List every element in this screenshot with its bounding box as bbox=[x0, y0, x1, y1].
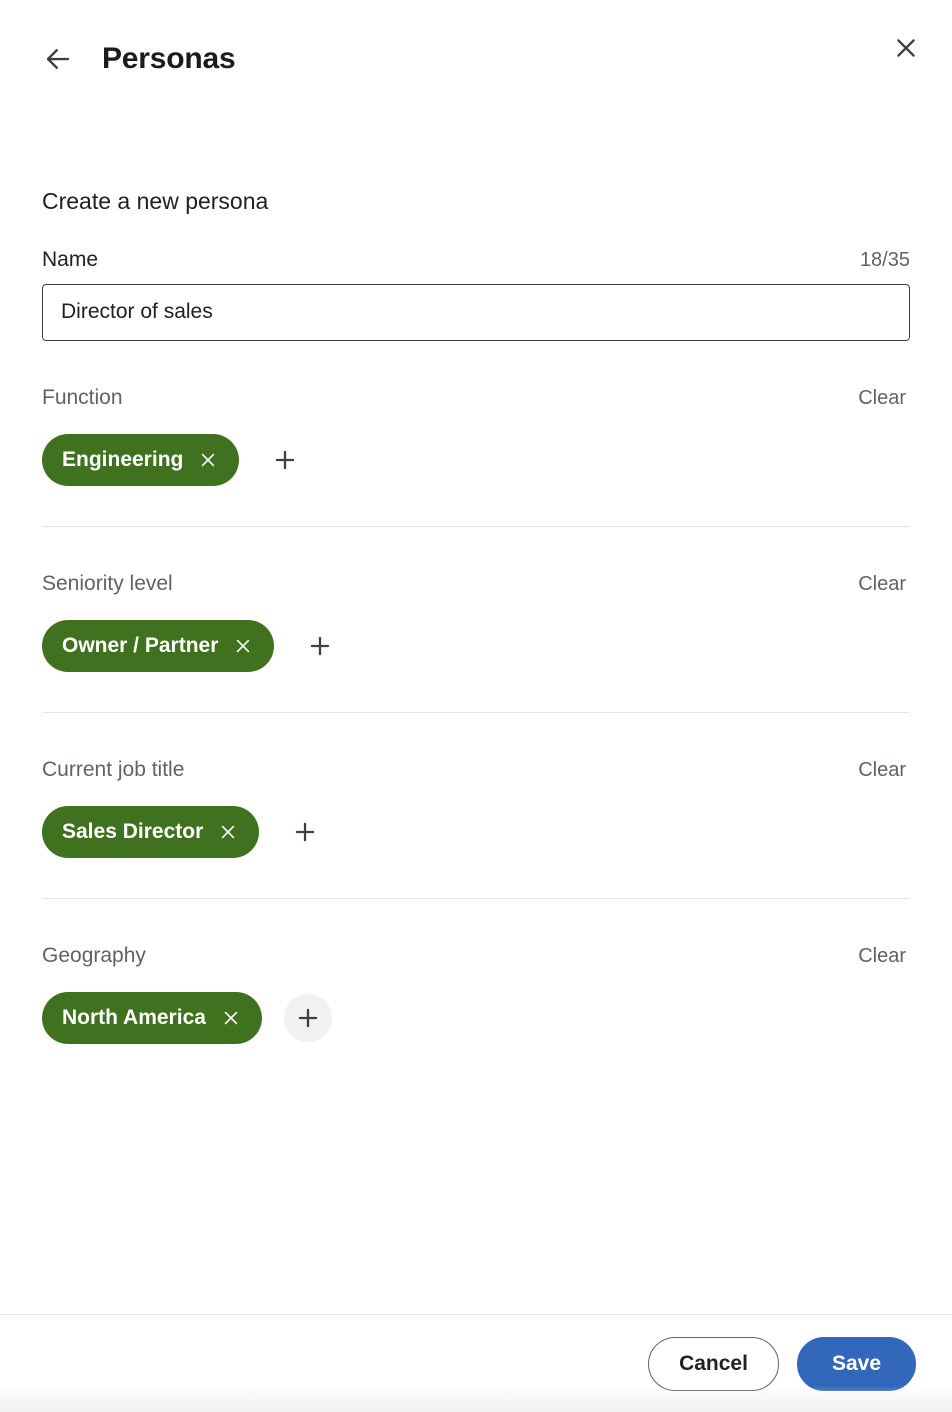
close-icon[interactable] bbox=[218, 1005, 244, 1031]
facet-section: Seniority level Clear Owner / Partner bbox=[0, 525, 952, 712]
name-char-counter: 18/35 bbox=[859, 248, 910, 271]
close-icon[interactable] bbox=[215, 819, 241, 845]
facet-inner: Function Clear Engineering bbox=[42, 341, 910, 526]
name-label: Name bbox=[42, 247, 99, 271]
filter-chip[interactable]: Sales Director bbox=[42, 805, 260, 858]
back-button[interactable] bbox=[36, 37, 80, 81]
filter-chip[interactable]: North America bbox=[42, 991, 262, 1044]
add-filter-button[interactable] bbox=[281, 808, 329, 856]
filter-chip-label: North America bbox=[62, 1006, 206, 1030]
page-title: Personas bbox=[102, 42, 236, 75]
plus-icon bbox=[272, 447, 298, 473]
name-field-header: Name 18/35 bbox=[42, 248, 910, 272]
filter-chip[interactable]: Owner / Partner bbox=[42, 619, 275, 672]
facet-label: Seniority level bbox=[42, 571, 173, 595]
plus-icon bbox=[292, 819, 318, 845]
facet-label: Geography bbox=[42, 943, 146, 967]
plus-icon bbox=[295, 1005, 321, 1031]
panel-body: Create a new persona Name 18/35 Function… bbox=[0, 118, 952, 1314]
arrow-left-icon bbox=[43, 44, 73, 74]
chip-row: North America bbox=[42, 991, 910, 1044]
add-filter-button[interactable] bbox=[283, 993, 332, 1042]
cancel-button[interactable]: Cancel bbox=[648, 1336, 779, 1391]
clear-button[interactable]: Clear bbox=[854, 385, 910, 412]
facet-header: Function Clear bbox=[42, 385, 910, 412]
facet-header: Current job title Clear bbox=[42, 757, 910, 784]
personas-panel: Personas Create a new persona Name 18/35… bbox=[0, 0, 952, 1412]
close-button[interactable] bbox=[884, 26, 928, 70]
save-button[interactable]: Save bbox=[796, 1336, 916, 1391]
facet-section: Geography Clear North America bbox=[0, 897, 952, 1084]
close-icon[interactable] bbox=[195, 447, 221, 473]
create-persona-heading: Create a new persona bbox=[42, 188, 269, 214]
name-input[interactable] bbox=[42, 283, 910, 341]
chip-row: Sales Director bbox=[42, 805, 910, 858]
add-filter-button[interactable] bbox=[261, 436, 309, 484]
filter-chip-label: Sales Director bbox=[62, 820, 204, 844]
close-icon[interactable] bbox=[230, 633, 256, 659]
close-icon bbox=[893, 35, 919, 61]
facets-container: Function Clear Engineering Seniority level C… bbox=[0, 341, 952, 1084]
facet-section: Function Clear Engineering bbox=[0, 341, 952, 526]
facet-label: Function bbox=[42, 385, 123, 409]
facet-header: Geography Clear bbox=[42, 943, 910, 970]
chip-row: Owner / Partner bbox=[42, 619, 910, 672]
intro-section: Create a new persona bbox=[0, 118, 952, 216]
filter-chip-label: Engineering bbox=[62, 448, 184, 472]
name-field-block: Name 18/35 bbox=[0, 248, 952, 341]
plus-icon bbox=[307, 633, 333, 659]
panel-footer: Cancel Save bbox=[0, 1314, 952, 1412]
facet-inner: Geography Clear North America bbox=[42, 897, 910, 1084]
add-filter-button[interactable] bbox=[296, 622, 344, 670]
filter-chip-label: Owner / Partner bbox=[62, 634, 219, 658]
facet-section: Current job title Clear Sales Director bbox=[0, 711, 952, 898]
clear-button[interactable]: Clear bbox=[854, 571, 910, 598]
chip-row: Engineering bbox=[42, 433, 910, 486]
facet-header: Seniority level Clear bbox=[42, 571, 910, 598]
facet-inner: Seniority level Clear Owner / Partner bbox=[42, 525, 910, 712]
facet-label: Current job title bbox=[42, 757, 185, 781]
clear-button[interactable]: Clear bbox=[854, 757, 910, 784]
clear-button[interactable]: Clear bbox=[854, 943, 910, 970]
facet-inner: Current job title Clear Sales Director bbox=[42, 711, 910, 898]
filter-chip[interactable]: Engineering bbox=[42, 433, 240, 486]
panel-header: Personas bbox=[0, 0, 952, 118]
